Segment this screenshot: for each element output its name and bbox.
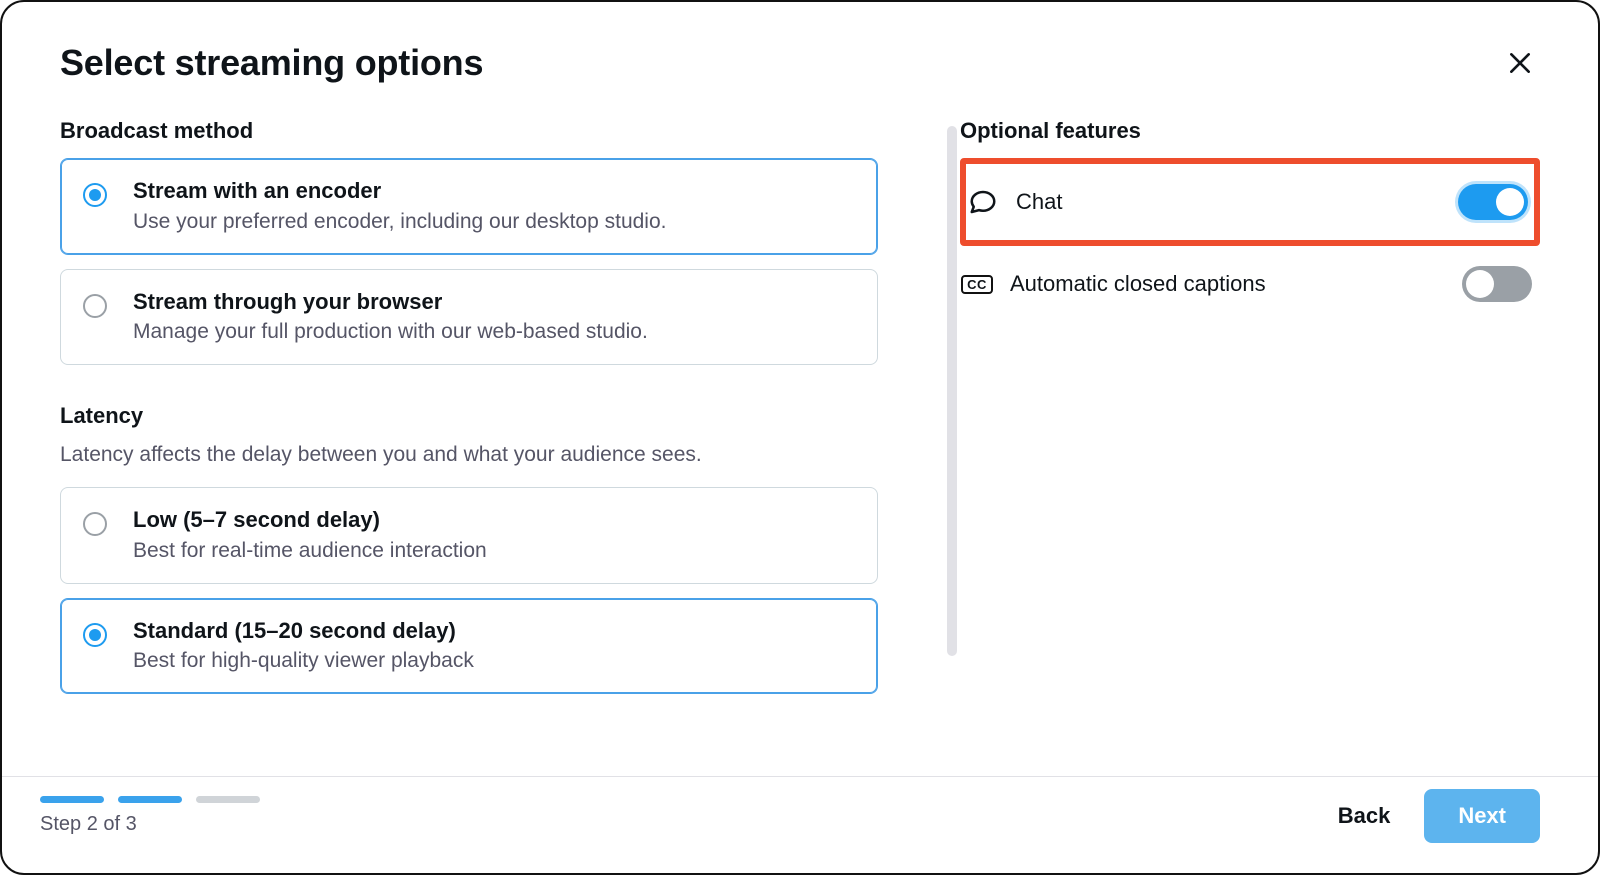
option-desc: Best for real-time audience interaction: [133, 539, 855, 563]
left-column: Broadcast method Stream with an encoder …: [60, 98, 900, 776]
feature-chat: Chat: [960, 158, 1540, 246]
feature-label: Chat: [1016, 189, 1062, 215]
option-stream-with-encoder[interactable]: Stream with an encoder Use your preferre…: [60, 158, 878, 255]
option-title: Stream through your browser: [133, 288, 855, 317]
modal-body: Broadcast method Stream with an encoder …: [2, 90, 1598, 776]
right-column: Optional features Chat: [900, 98, 1540, 776]
feature-closed-captions: CC Automatic closed captions: [960, 246, 1540, 322]
progress-indicator: Step 2 of 3: [40, 796, 260, 836]
option-title: Standard (15–20 second delay): [133, 617, 855, 646]
radio-icon: [83, 512, 107, 536]
option-stream-through-browser[interactable]: Stream through your browser Manage your …: [60, 269, 878, 366]
modal-frame: Select streaming options Broadcast metho…: [0, 0, 1600, 875]
option-latency-low[interactable]: Low (5–7 second delay) Best for real-tim…: [60, 487, 878, 584]
latency-heading: Latency: [60, 403, 878, 429]
option-desc: Manage your full production with our web…: [133, 320, 855, 344]
option-title: Stream with an encoder: [133, 177, 855, 206]
chat-icon: [968, 187, 998, 217]
radio-icon: [83, 294, 107, 318]
streaming-options-modal: Select streaming options Broadcast metho…: [2, 12, 1598, 873]
option-title: Low (5–7 second delay): [133, 506, 855, 535]
page-title: Select streaming options: [60, 42, 483, 84]
feature-label: Automatic closed captions: [1010, 271, 1266, 297]
radio-icon: [83, 623, 107, 647]
progress-step-3: [196, 796, 260, 803]
back-button[interactable]: Back: [1338, 803, 1391, 829]
scrollbar[interactable]: [947, 126, 957, 656]
toggle-chat[interactable]: [1458, 184, 1528, 220]
optional-features-heading: Optional features: [960, 118, 1540, 144]
modal-footer: Step 2 of 3 Back Next: [2, 776, 1598, 873]
latency-subtext: Latency affects the delay between you an…: [60, 443, 878, 467]
broadcast-method-heading: Broadcast method: [60, 118, 878, 144]
option-desc: Use your preferred encoder, including ou…: [133, 210, 855, 234]
next-button[interactable]: Next: [1424, 789, 1540, 843]
progress-step-1: [40, 796, 104, 803]
close-icon[interactable]: [1500, 43, 1540, 83]
step-label: Step 2 of 3: [40, 813, 260, 836]
toggle-closed-captions[interactable]: [1462, 266, 1532, 302]
option-latency-standard[interactable]: Standard (15–20 second delay) Best for h…: [60, 598, 878, 695]
cc-icon: CC: [962, 269, 992, 299]
progress-step-2: [118, 796, 182, 803]
option-desc: Best for high-quality viewer playback: [133, 649, 855, 673]
modal-header: Select streaming options: [2, 12, 1598, 90]
radio-icon: [83, 183, 107, 207]
